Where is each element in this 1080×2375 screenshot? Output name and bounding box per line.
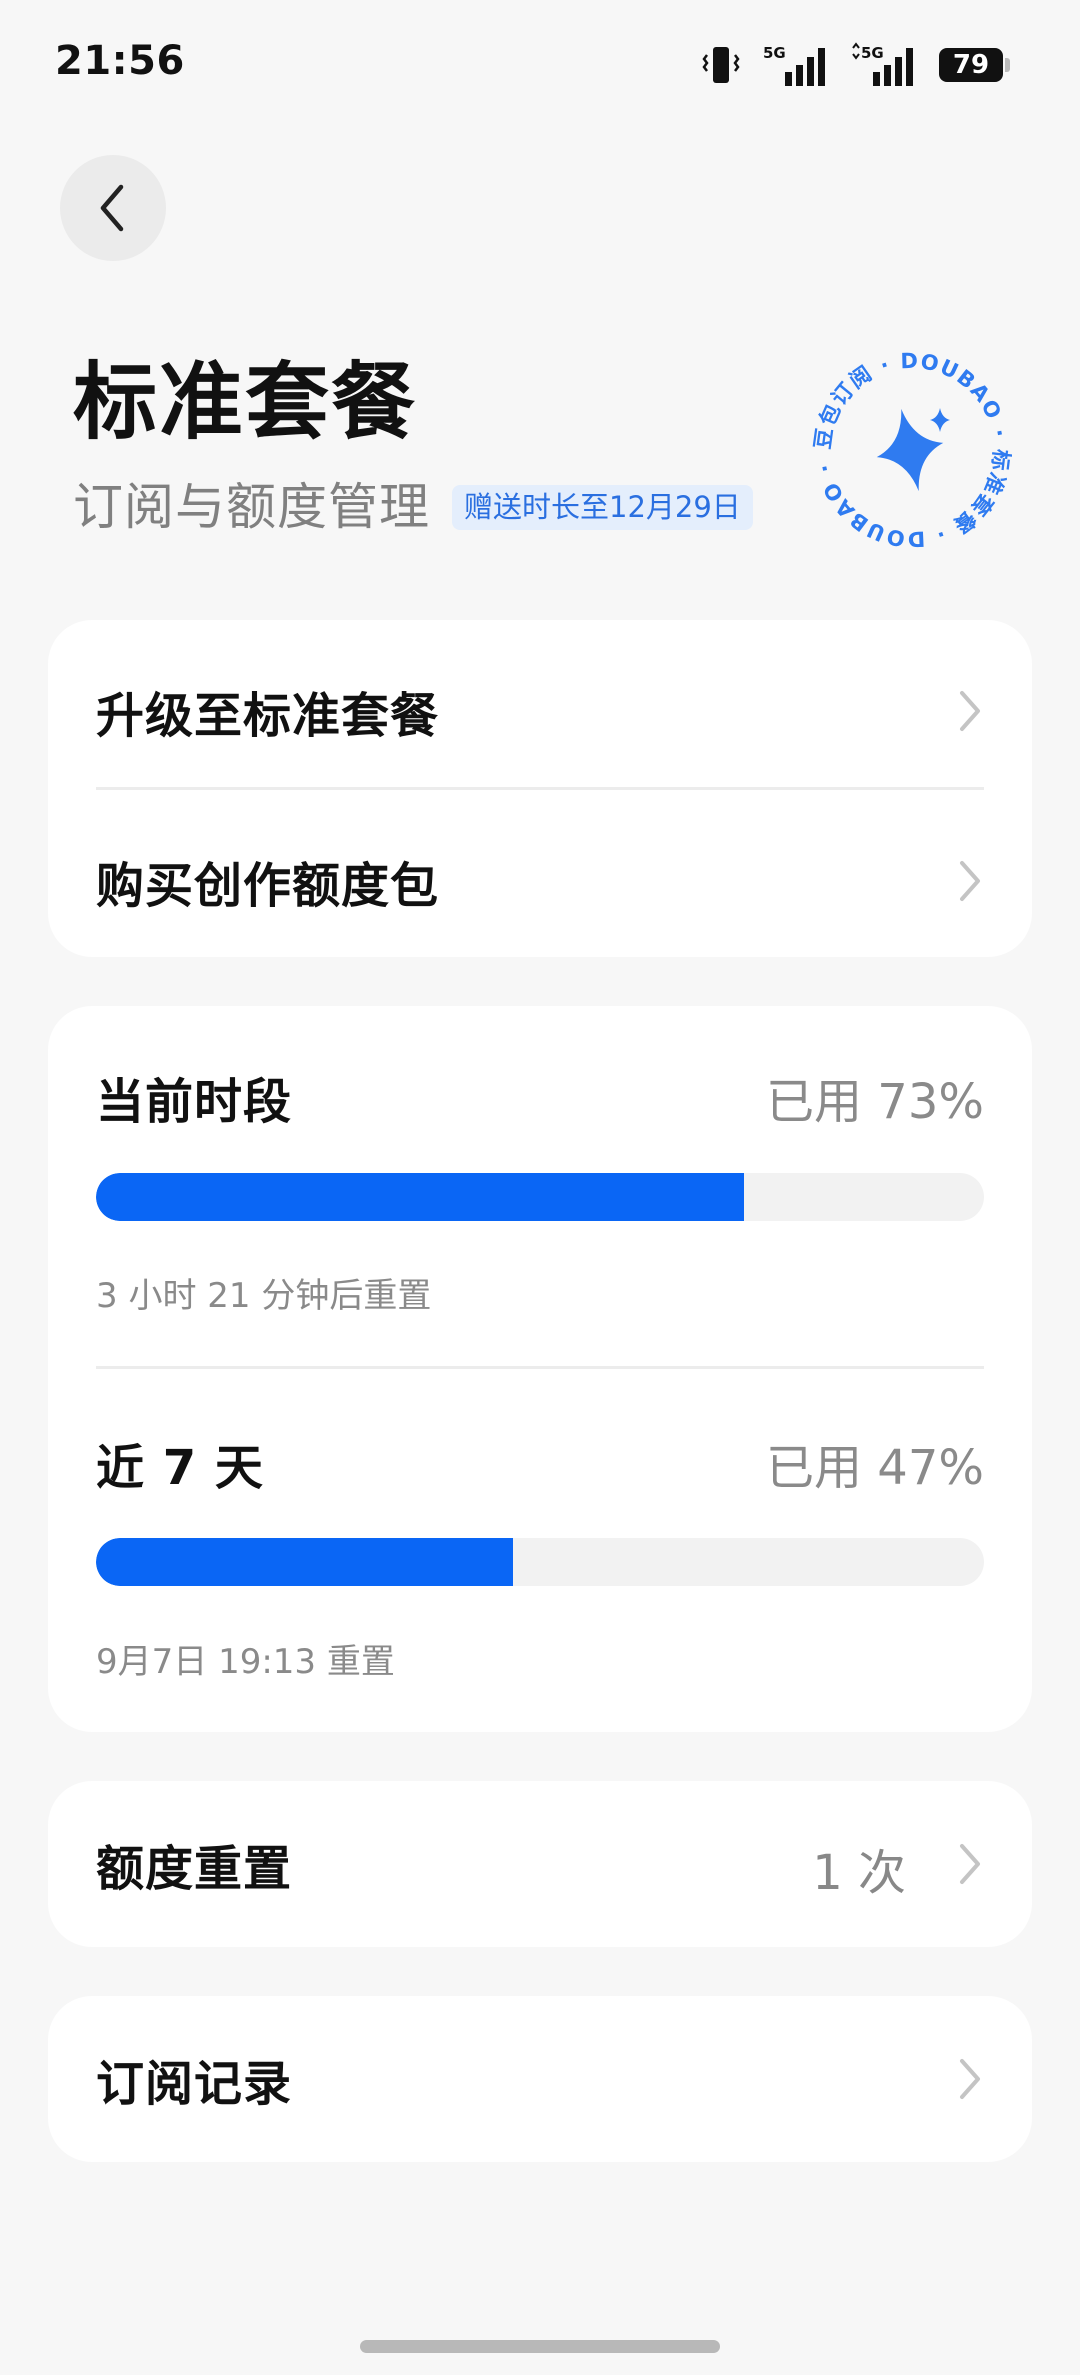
chevron-left-icon (100, 184, 124, 232)
week-progress-fill (96, 1538, 514, 1586)
upgrade-row[interactable]: 升级至标准套餐 (96, 678, 984, 744)
subscription-history-label: 订阅记录 (96, 2056, 293, 2112)
week-label: 近 7 天 (96, 1440, 264, 1496)
battery-level: 79 (939, 48, 1003, 82)
subscription-history-card[interactable]: 订阅记录 (48, 1996, 1032, 2162)
subtitle-row: 订阅与额度管理 赠送时长至12月29日 (73, 482, 753, 532)
week-value: 已用 47% (766, 1440, 984, 1496)
week-reset-note: 9月7日 19:13 重置 (96, 1642, 395, 1682)
gift-duration-badge: 赠送时长至12月29日 (452, 484, 753, 530)
status-bar: 21:56 5G 5G 79 (0, 0, 1080, 130)
quota-reset-card[interactable]: 额度重置 1 次 (48, 1781, 1032, 1947)
chevron-right-icon (960, 861, 980, 901)
buy-credit-row[interactable]: 购买创作额度包 (96, 848, 984, 914)
signal-icon: 5G (852, 42, 913, 86)
buy-credit-label: 购买创作额度包 (96, 858, 440, 914)
back-button[interactable] (60, 155, 166, 261)
page-title: 标准套餐 (73, 353, 418, 451)
upgrade-label: 升级至标准套餐 (96, 688, 440, 744)
page-subtitle: 订阅与额度管理 (73, 478, 430, 536)
vibrate-icon (702, 47, 740, 83)
current-period-label: 当前时段 (96, 1074, 293, 1130)
subscription-history-row[interactable]: 订阅记录 (96, 2046, 984, 2112)
chevron-right-icon (960, 691, 980, 731)
chevron-right-icon (960, 2059, 980, 2099)
current-period-value: 已用 73% (766, 1074, 984, 1130)
home-indicator[interactable] (360, 2340, 720, 2353)
current-period-progress (96, 1173, 984, 1221)
current-period-reset-note: 3 小时 21 分钟后重置 (96, 1276, 432, 1316)
week-progress (96, 1538, 984, 1586)
status-time: 21:56 (55, 38, 185, 84)
doubao-seal-logo: 豆包订阅 · DOUBAO · 标准套餐 · DOUBAO · (812, 350, 1012, 550)
actions-card: 升级至标准套餐 购买创作额度包 (48, 620, 1032, 957)
chevron-right-icon (960, 1844, 980, 1884)
network-label-1: 5G (763, 44, 786, 62)
signal-icon: 5G (763, 44, 825, 86)
current-period-progress-fill (96, 1173, 745, 1221)
divider (96, 787, 984, 790)
battery-indicator: 79 (939, 48, 1010, 82)
network-label-2: 5G (861, 44, 884, 62)
quota-reset-row[interactable]: 额度重置 1 次 (96, 1831, 984, 1901)
usage-card: 当前时段 已用 73% 3 小时 21 分钟后重置 近 7 天 已用 47% 9… (48, 1006, 1032, 1732)
quota-reset-count: 1 次 (812, 1845, 906, 1901)
status-icons: 5G 5G 79 (701, 40, 1010, 90)
battery-tip (1005, 58, 1010, 72)
quota-reset-label: 额度重置 (96, 1841, 293, 1897)
divider (96, 1366, 984, 1369)
